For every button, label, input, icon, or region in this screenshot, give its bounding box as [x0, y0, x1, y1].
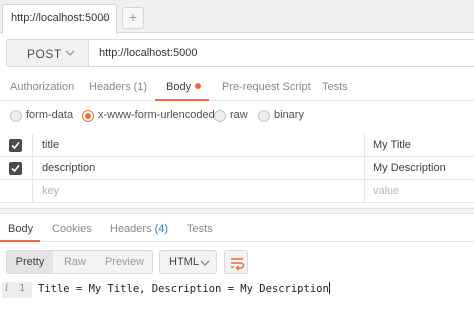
view-raw-button[interactable]: Raw — [53, 251, 97, 273]
plus-icon[interactable]: + — [122, 7, 144, 29]
response-tab-headers-label: Headers — [110, 223, 152, 235]
column-divider — [32, 180, 33, 203]
table-row-new: key value — [0, 180, 474, 203]
chevron-down-icon — [200, 260, 210, 266]
new-key-input[interactable]: key — [42, 185, 59, 197]
column-divider — [364, 157, 365, 180]
table-row: description My Description — [0, 157, 474, 180]
response-tabs: Body Cookies Headers (4) Tests — [0, 214, 474, 242]
param-key[interactable]: description — [42, 162, 95, 174]
request-tab[interactable]: http://localhost:5000 × — [2, 4, 117, 34]
param-value[interactable]: My Title — [373, 139, 411, 151]
code-line: Title = My Title, Description = My Descr… — [38, 282, 330, 295]
radio-form-data[interactable] — [10, 110, 22, 122]
wrap-lines-icon — [231, 258, 245, 271]
info-icon: i — [5, 283, 9, 294]
line-number: 1 — [19, 283, 26, 294]
response-tab-headers[interactable]: Headers (4) — [110, 223, 168, 235]
response-editor[interactable]: i 1 Title = My Title, Description = My D… — [0, 280, 474, 318]
radio-urlencoded-label[interactable]: x-www-form-urlencoded — [98, 109, 215, 121]
body-indicator-dot — [195, 83, 202, 89]
text-cursor — [328, 282, 330, 294]
view-preview-button[interactable]: Preview — [97, 251, 152, 273]
tab-body[interactable]: Body — [166, 81, 202, 93]
wrap-lines-button[interactable] — [224, 250, 248, 274]
new-value-input[interactable]: value — [373, 185, 399, 197]
column-divider — [32, 134, 33, 157]
request-tabs: Authorization Headers (1) Body Pre-reque… — [0, 75, 474, 101]
row-checkbox[interactable] — [9, 162, 22, 175]
language-dropdown[interactable]: HTML — [159, 250, 217, 274]
headers-count: (4) — [154, 223, 169, 235]
method-label: POST — [27, 47, 62, 61]
body-type-options: form-data x-www-form-urlencoded raw bina… — [0, 104, 474, 128]
tab-strip: http://localhost:5000 × + — [0, 0, 474, 34]
response-tab-tests[interactable]: Tests — [187, 223, 213, 235]
request-tab-label: http://localhost:5000 — [11, 12, 110, 24]
chevron-down-icon — [65, 50, 75, 56]
active-tab-underline — [0, 240, 40, 242]
response-tab-cookies[interactable]: Cookies — [52, 223, 92, 235]
radio-urlencoded[interactable] — [82, 110, 94, 122]
row-checkbox[interactable] — [9, 139, 22, 152]
response-tab-body[interactable]: Body — [8, 223, 33, 235]
tab-body-label: Body — [166, 81, 192, 93]
param-value[interactable]: My Description — [373, 162, 446, 174]
code-text: Title = My Title, Description = My Descr… — [38, 283, 329, 295]
close-icon[interactable]: × — [101, 11, 108, 25]
radio-raw[interactable] — [214, 110, 226, 122]
view-mode-switch: Pretty Raw Preview — [6, 250, 153, 274]
column-divider — [32, 157, 33, 180]
checkmark-icon — [11, 141, 20, 150]
radio-raw-label[interactable]: raw — [230, 109, 248, 121]
tab-authorization[interactable]: Authorization — [10, 81, 74, 93]
param-key[interactable]: title — [42, 139, 59, 151]
radio-binary-label[interactable]: binary — [274, 109, 304, 121]
table-row: title My Title — [0, 134, 474, 157]
view-controls: Pretty Raw Preview HTML — [0, 247, 474, 277]
active-tab-underline — [155, 99, 209, 101]
editor-gutter: i 1 — [2, 282, 32, 298]
tab-pre-request-script[interactable]: Pre-request Script — [222, 81, 311, 93]
language-label: HTML — [169, 256, 199, 268]
radio-form-data-label[interactable]: form-data — [26, 109, 73, 121]
url-input[interactable] — [89, 39, 474, 67]
url-bar: POST — [0, 34, 474, 72]
checkmark-icon — [11, 164, 20, 173]
radio-binary[interactable] — [258, 110, 270, 122]
tab-headers[interactable]: Headers (1) — [89, 81, 147, 93]
column-divider — [364, 134, 365, 157]
method-dropdown[interactable]: POST — [6, 39, 89, 67]
view-pretty-button[interactable]: Pretty — [7, 251, 53, 273]
tab-tests[interactable]: Tests — [322, 81, 348, 93]
column-divider — [364, 180, 365, 203]
